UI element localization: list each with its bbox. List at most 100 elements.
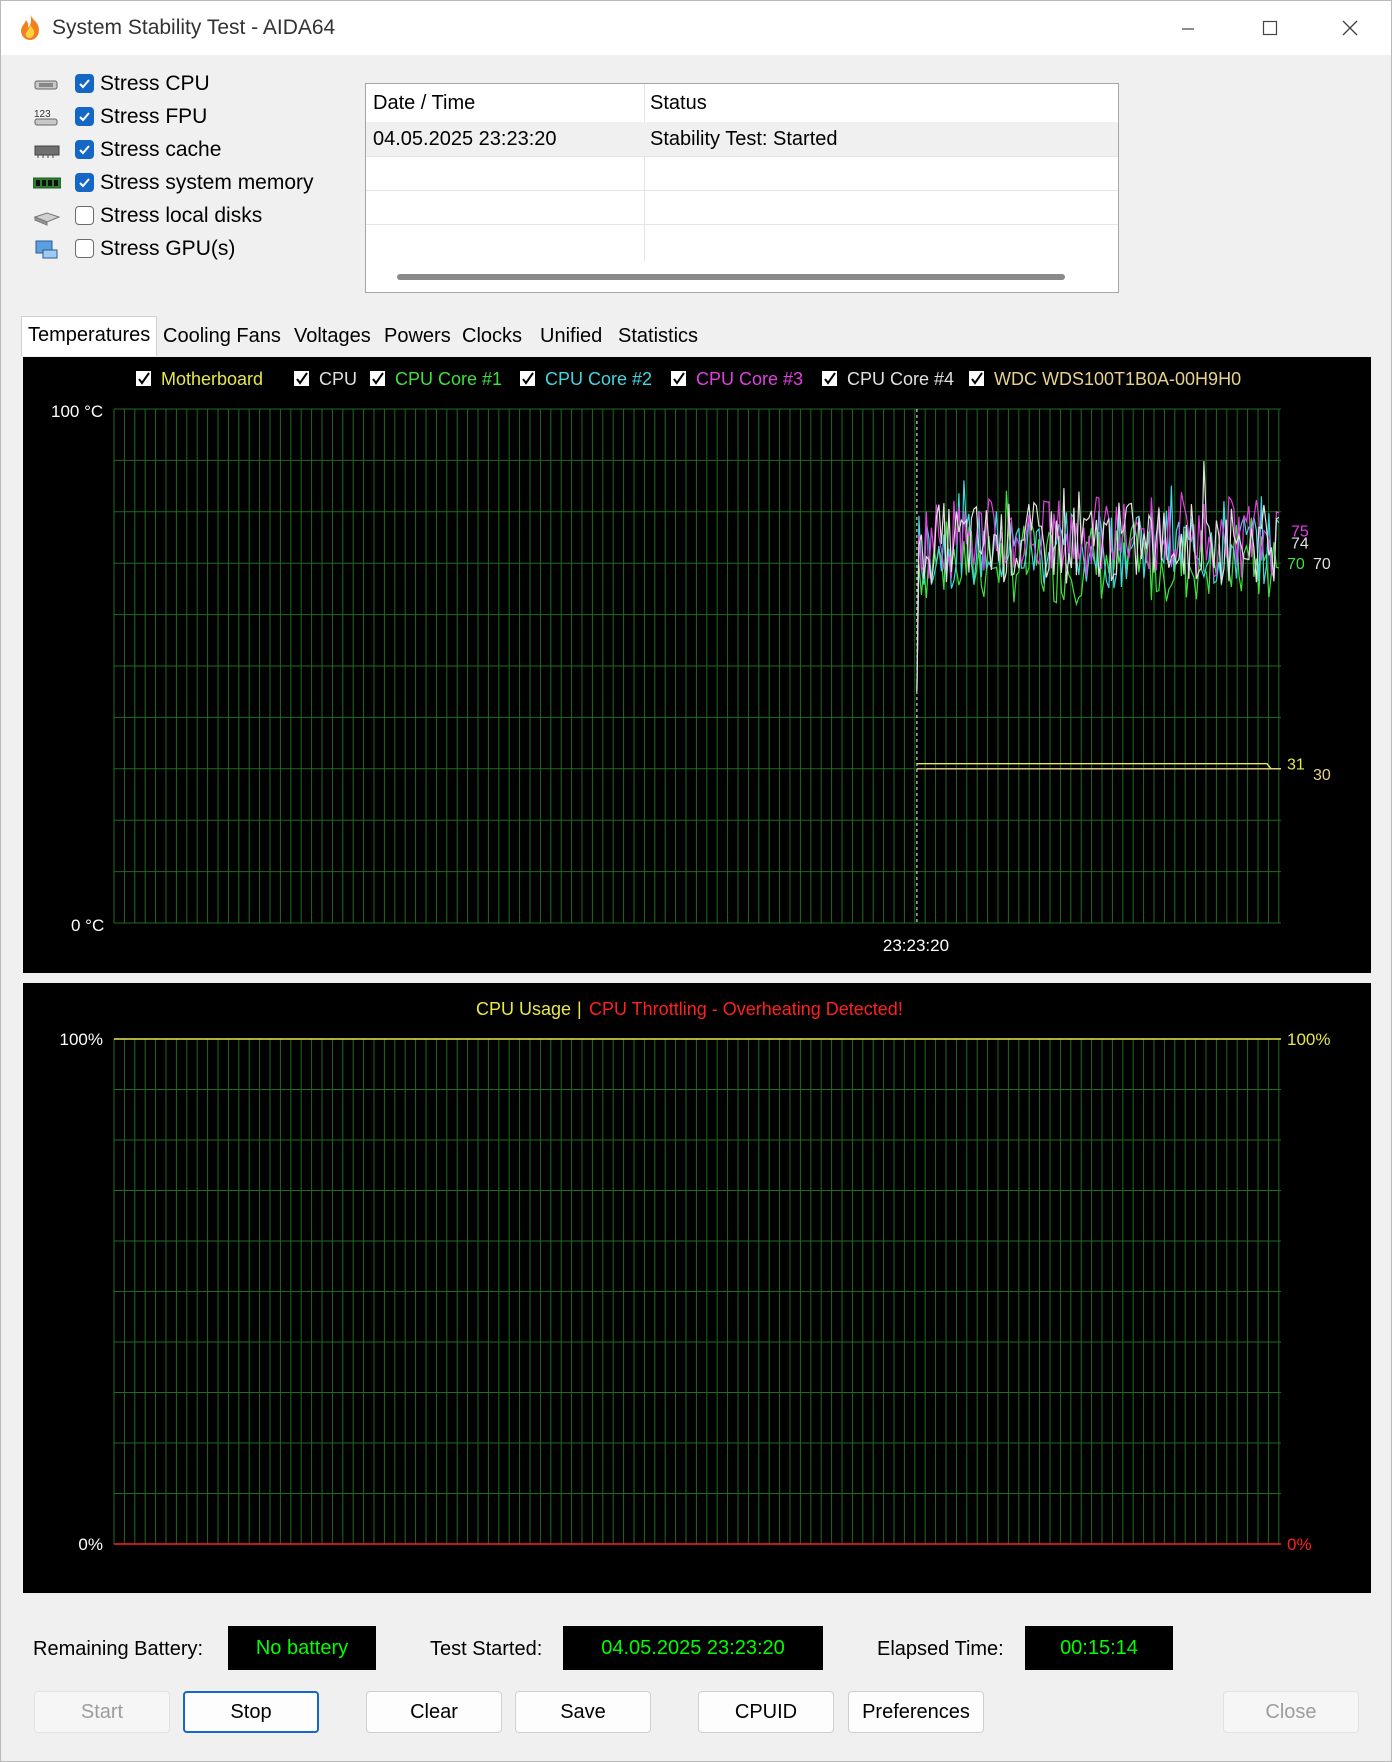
usage-grid	[113, 1038, 1281, 1545]
gpu-icon	[35, 240, 58, 259]
option-stress-local-disks[interactable]: Stress local disks	[31, 199, 331, 233]
core-trace	[916, 461, 1280, 692]
usage-right-max: 100%	[1287, 1030, 1330, 1049]
legend-item: Motherboard	[161, 369, 263, 389]
tab-voltages[interactable]: Voltages	[288, 318, 377, 356]
column-header-datetime[interactable]: Date / Time	[373, 92, 475, 115]
cpu-usage-graph-panel: CPU Usage | CPU Throttling - Overheating…	[23, 983, 1371, 1593]
disk-drive-icon	[33, 212, 61, 226]
legend-item: CPU Core #1	[395, 369, 502, 389]
option-label: Stress system memory	[100, 171, 314, 194]
tab-cooling-fans[interactable]: Cooling Fans	[157, 318, 287, 356]
legend-item: CPU Core #2	[545, 369, 652, 389]
sensor-tabs: Temperatures Cooling Fans Voltages Power…	[21, 316, 1392, 356]
start-button[interactable]: Start	[34, 1691, 170, 1733]
remaining-battery-value: No battery	[228, 1626, 376, 1670]
maximize-icon	[1262, 20, 1278, 36]
option-stress-gpu-s[interactable]: Stress GPU(s)	[31, 232, 331, 266]
checkbox-checked[interactable]	[75, 74, 94, 93]
option-label: Stress local disks	[100, 204, 263, 227]
current-value-label: 70	[1313, 556, 1331, 573]
test-started-label: Test Started:	[430, 1638, 543, 1660]
temperature-graph-panel: Motherboard CPU CPU Core #1 CPU Core #2 CPU …	[23, 357, 1371, 973]
content-area: Stress CPU 123 Stress FPU Stress cache Stres…	[1, 55, 1391, 1761]
option-stress-cpu[interactable]: Stress CPU	[31, 67, 331, 101]
preferences-button[interactable]: Preferences	[848, 1691, 984, 1733]
cpu-throttling-title: CPU Throttling - Overheating Detected!	[589, 999, 903, 1019]
current-value-label: 30	[1313, 767, 1331, 784]
minimize-icon	[1182, 28, 1194, 30]
marker-time-label: 23:23:20	[883, 936, 949, 955]
cache-chip-icon	[34, 145, 60, 158]
stop-button[interactable]: Stop	[183, 1691, 319, 1733]
column-header-status[interactable]: Status	[650, 92, 707, 115]
option-label: Stress cache	[100, 138, 222, 161]
tab-powers[interactable]: Powers	[378, 318, 457, 356]
legend-item: CPU	[319, 369, 357, 389]
close-window-button[interactable]	[1309, 1, 1391, 55]
cpuid-button[interactable]: CPUID	[698, 1691, 834, 1733]
checkbox-unchecked[interactable]	[75, 239, 94, 258]
core-temperature-traces	[916, 461, 1280, 692]
current-value-label: 70	[1287, 556, 1305, 573]
checkbox-checked[interactable]	[75, 107, 94, 126]
usage-right-min: 0%	[1287, 1535, 1312, 1554]
table-row[interactable]: 04.05.2025 23:23:20 Stability Test: Star…	[366, 122, 1118, 157]
tab-clocks[interactable]: Clocks	[456, 318, 528, 356]
table-row[interactable]	[366, 156, 1118, 191]
cpu-usage-title: CPU Usage	[476, 999, 571, 1019]
maximize-button[interactable]	[1229, 1, 1311, 55]
test-started-value: 04.05.2025 23:23:20	[563, 1626, 823, 1670]
tab-statistics[interactable]: Statistics	[612, 318, 704, 356]
remaining-battery-label: Remaining Battery:	[33, 1638, 204, 1660]
fpu-123-icon: 123	[34, 109, 58, 126]
checkbox-checked[interactable]	[75, 173, 94, 192]
current-value-label: 31	[1287, 757, 1305, 774]
checkmark-icon	[79, 178, 90, 188]
table-row[interactable]	[366, 190, 1118, 225]
minimize-button[interactable]	[1147, 1, 1229, 55]
close-icon	[1342, 20, 1358, 36]
stability-test-window: System Stability Test - AIDA64 Stress CP…	[0, 0, 1392, 1762]
legend-item: CPU Core #3	[696, 369, 803, 389]
y-min-label: 0 °C	[71, 916, 104, 935]
checkmark-icon	[79, 145, 90, 155]
usage-left-max: 100%	[60, 1030, 103, 1049]
temperature-legend: Motherboard CPU CPU Core #1 CPU Core #2 CPU …	[136, 369, 1241, 389]
log-datetime: 04.05.2025 23:23:20	[373, 128, 557, 150]
usage-left-min: 0%	[78, 1535, 103, 1554]
log-header: Date / Time Status	[366, 84, 1118, 123]
elapsed-time-label: Elapsed Time:	[877, 1638, 1004, 1660]
close-button[interactable]: Close	[1223, 1691, 1359, 1733]
title-bar[interactable]: System Stability Test - AIDA64	[1, 1, 1391, 55]
option-stress-fpu[interactable]: 123 Stress FPU	[31, 100, 331, 134]
cpu-chip-icon	[34, 80, 58, 90]
temperature-graph: Motherboard CPU CPU Core #1 CPU Core #2 CPU …	[51, 369, 1331, 955]
elapsed-time-value: 00:15:14	[1025, 1626, 1173, 1670]
option-label: Stress CPU	[100, 72, 210, 95]
option-label: Stress FPU	[100, 105, 208, 128]
title-separator: |	[577, 999, 582, 1019]
option-stress-cache[interactable]: Stress cache	[31, 133, 331, 167]
aida64-flame-icon	[21, 14, 39, 40]
legend-item: WDC WDS100T1B0A-00H9H0	[994, 369, 1241, 389]
current-value-label: 74	[1291, 536, 1309, 553]
checkbox-checked[interactable]	[75, 140, 94, 159]
option-stress-system-memory[interactable]: Stress system memory	[31, 166, 331, 200]
window-title: System Stability Test - AIDA64	[52, 16, 336, 39]
clear-button[interactable]: Clear	[366, 1691, 502, 1733]
log-status: Stability Test: Started	[650, 128, 838, 150]
event-log-table[interactable]: Date / Time Status 04.05.2025 23:23:20 S…	[365, 83, 1119, 293]
legend-item: CPU Core #4	[847, 369, 954, 389]
cpu-usage-graph: CPU Usage | CPU Throttling - Overheating…	[60, 999, 1331, 1554]
temperature-grid	[113, 408, 1281, 924]
checkmark-icon	[79, 112, 90, 122]
checkbox-unchecked[interactable]	[75, 206, 94, 225]
option-label: Stress GPU(s)	[100, 237, 236, 260]
table-row[interactable]	[366, 224, 1118, 258]
horizontal-scrollbar[interactable]	[397, 274, 1065, 280]
tab-temperatures[interactable]: Temperatures	[21, 316, 158, 356]
svg-text:123: 123	[34, 109, 51, 120]
save-button[interactable]: Save	[515, 1691, 651, 1733]
tab-unified[interactable]: Unified	[534, 318, 608, 356]
